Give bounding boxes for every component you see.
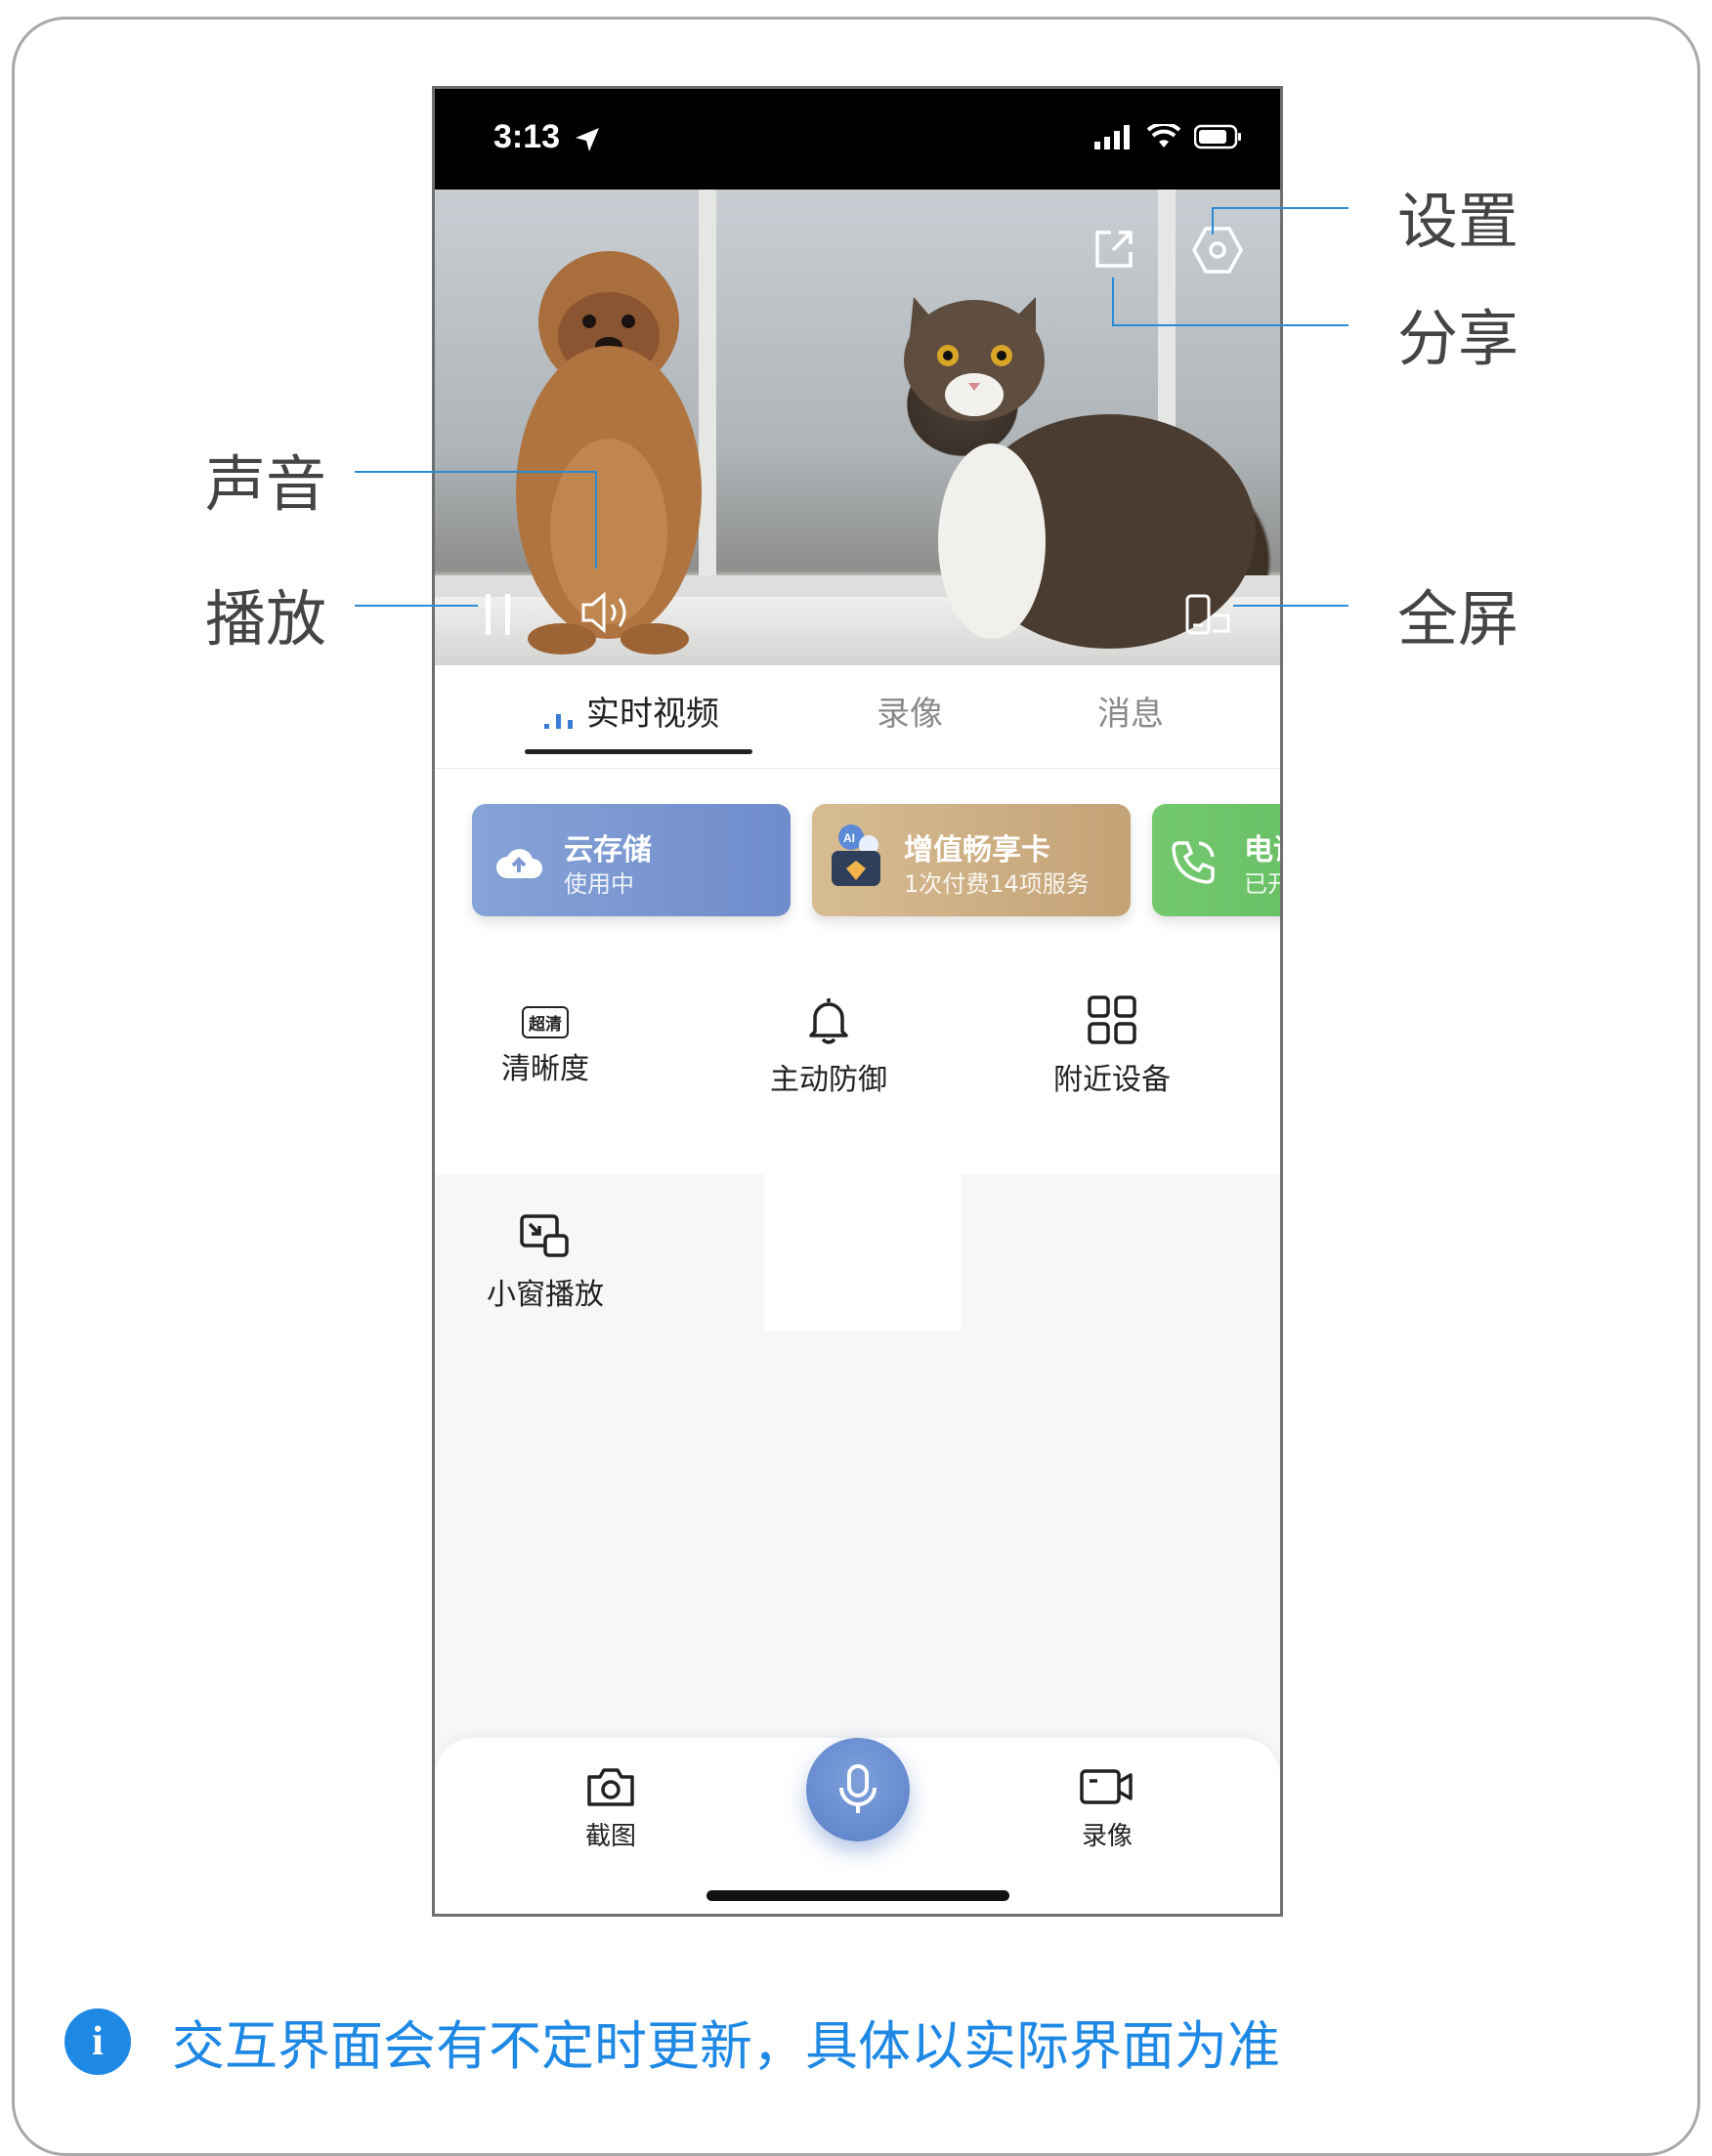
disclaimer-text: 交互界面会有不定时更新，具体以实际界面为准: [172, 2015, 1280, 2077]
service-cards: 云存储 使用中 AI 增值畅享卡 1次付费14项服务 电话 已开: [435, 769, 1280, 950]
tab-bar: 实时视频 录像 消息: [435, 665, 1280, 769]
screenshot-button[interactable]: 截图: [552, 1765, 669, 1852]
active-defense-control[interactable]: 主动防御: [718, 994, 939, 1098]
tab-live-video[interactable]: 实时视频: [586, 687, 719, 735]
quality-label: 清晰度: [501, 1052, 589, 1086]
vip-card[interactable]: AI 增值畅享卡 1次付费14项服务: [812, 804, 1131, 916]
cloud-upload-icon: [496, 849, 542, 878]
cloud-storage-status: 使用中: [564, 870, 634, 898]
grid-apps-icon: [1088, 995, 1136, 1044]
controls-grid: 超清 清晰度 主动防御 附近设备: [435, 950, 1280, 1174]
talk-button[interactable]: [806, 1738, 910, 1841]
phone-call-status: 已开: [1244, 870, 1280, 898]
quality-control[interactable]: 超清 清晰度: [435, 1006, 656, 1087]
wifi-icon: [1147, 124, 1180, 148]
bell-icon: [809, 998, 848, 1044]
wallet-ai-icon: AI: [832, 824, 880, 886]
fullscreen-icon[interactable]: [1183, 592, 1234, 637]
live-indicator-icon: [544, 714, 573, 729]
phone-call-title: 电话: [1244, 833, 1280, 867]
picture-in-picture-control[interactable]: 小窗播放: [435, 1213, 656, 1313]
cloud-storage-title: 云存储: [564, 833, 652, 867]
home-indicator: [706, 1890, 1009, 1901]
callout-fullscreen-line: [1233, 605, 1348, 607]
phone-call-card[interactable]: 电话 已开: [1152, 804, 1280, 916]
pause-icon[interactable]: [482, 590, 515, 639]
location-arrow-icon: [576, 128, 599, 151]
phone-call-icon: [1172, 841, 1215, 884]
nearby-devices-control[interactable]: 附近设备: [1002, 994, 1222, 1098]
callout-share-line: [1112, 277, 1114, 324]
callout-sound-label: 声音: [205, 448, 327, 520]
vip-card-title: 增值畅享卡: [904, 833, 1050, 867]
video-camera-icon: [1080, 1769, 1133, 1804]
camera-icon: [587, 1768, 634, 1806]
battery-icon: [1194, 124, 1241, 149]
callout-play-line: [355, 605, 478, 607]
live-video[interactable]: [435, 190, 1280, 665]
info-icon: i: [64, 2008, 131, 2075]
status-bar: 3:13: [435, 89, 1280, 190]
callout-sound-line: [595, 471, 597, 569]
tab-active-underline: [525, 749, 752, 754]
callout-settings-line: [1212, 207, 1348, 209]
cellular-signal-icon: [1094, 125, 1130, 149]
picture-in-picture-icon: [520, 1214, 569, 1257]
screenshot-label: 截图: [584, 1822, 636, 1851]
status-icons: [1094, 124, 1243, 149]
placeholder-tile: [764, 1174, 962, 1331]
callout-play-label: 播放: [205, 583, 327, 655]
callout-settings-label: 设置: [1397, 186, 1519, 257]
vip-card-subtitle: 1次付费14项服务: [904, 870, 1090, 898]
phone-screen: 3:13 实时视频 录像 消息 云存储 使用中 AI 增值畅享卡 1次付费14项…: [432, 86, 1283, 1917]
disclaimer-note: i 交互界面会有不定时更新，具体以实际界面为准: [64, 2003, 1280, 2080]
callout-share-line: [1112, 324, 1348, 326]
cloud-storage-card[interactable]: 云存储 使用中: [472, 804, 791, 916]
hd-badge-icon: 超清: [522, 1006, 569, 1038]
microphone-icon: [839, 1764, 877, 1813]
record-label: 录像: [1081, 1822, 1133, 1851]
tab-messages[interactable]: 消息: [1097, 687, 1164, 735]
sound-icon[interactable]: [579, 590, 634, 635]
svg-text:AI: AI: [843, 831, 855, 845]
record-button[interactable]: 录像: [1049, 1765, 1166, 1852]
status-time: 3:13: [493, 118, 561, 155]
share-icon[interactable]: [1091, 227, 1136, 272]
callout-share-label: 分享: [1397, 303, 1519, 374]
active-defense-label: 主动防御: [770, 1063, 887, 1097]
callout-settings-line: [1212, 207, 1214, 234]
settings-icon[interactable]: [1192, 225, 1243, 275]
callout-sound-line: [355, 471, 597, 473]
nearby-devices-label: 附近设备: [1053, 1063, 1171, 1097]
tab-recording[interactable]: 录像: [877, 687, 943, 735]
picture-in-picture-label: 小窗播放: [487, 1278, 604, 1312]
callout-fullscreen-label: 全屏: [1397, 583, 1519, 655]
